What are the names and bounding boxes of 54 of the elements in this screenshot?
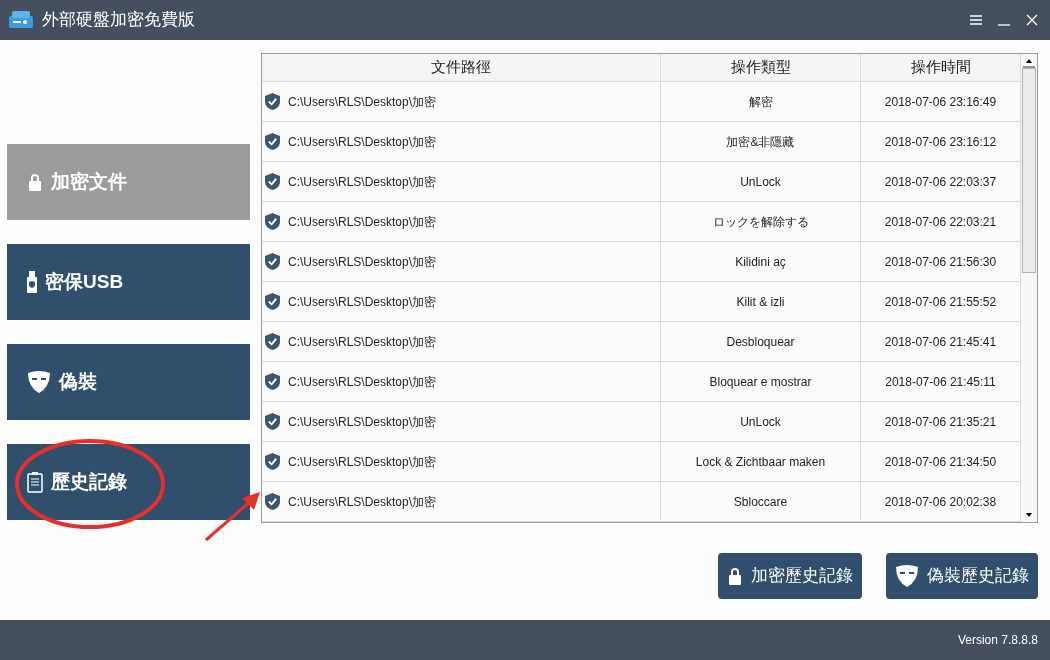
shield-icon <box>265 173 280 190</box>
file-path: C:\Users\RLS\Desktop\加密 <box>288 173 437 191</box>
file-path: C:\Users\RLS\Desktop\加密 <box>288 213 437 231</box>
table-cell: Kilidini aç <box>661 242 861 281</box>
mask-icon <box>895 565 919 587</box>
shield-icon <box>265 413 280 430</box>
shield-icon <box>265 493 280 510</box>
shield-icon <box>265 453 280 470</box>
scrollbar-thumb[interactable] <box>1022 68 1036 273</box>
sidebar-item[interactable]: 歷史記錄 <box>7 444 250 520</box>
lock-icon <box>27 173 43 191</box>
shield-icon <box>265 213 280 230</box>
usb-drive-icon <box>27 271 37 293</box>
table-cell: 加密&非隱藏 <box>661 122 861 161</box>
drive-icon <box>8 10 34 30</box>
table-cell: Bloquear e mostrar <box>661 362 861 401</box>
clipboard-icon <box>27 471 43 493</box>
shield-icon <box>265 133 280 150</box>
shield-icon <box>265 93 280 110</box>
file-path: C:\Users\RLS\Desktop\加密 <box>288 253 437 271</box>
table-cell: Kilit & izli <box>661 282 861 321</box>
mask-icon <box>27 371 51 393</box>
sidebar-item[interactable]: 密保USB <box>7 244 250 320</box>
file-path: C:\Users\RLS\Desktop\加密 <box>288 413 437 431</box>
scrollbar[interactable] <box>1021 54 1037 522</box>
table-cell: ロックを解除する <box>661 202 861 241</box>
table-cell: Lock & Zichtbaar maken <box>661 442 861 481</box>
close-icon[interactable] <box>1026 14 1038 26</box>
history-button[interactable]: 偽裝歷史記錄 <box>886 553 1038 599</box>
shield-icon <box>265 293 280 310</box>
column-header[interactable]: 操作類型 <box>661 54 861 81</box>
file-path: C:\Users\RLS\Desktop\加密 <box>288 493 437 511</box>
menu-icon[interactable] <box>970 14 982 26</box>
table-cell: 解密 <box>661 82 861 121</box>
file-path: C:\Users\RLS\Desktop\加密 <box>288 373 437 391</box>
table-cell: Desbloquear <box>661 322 861 361</box>
file-path: C:\Users\RLS\Desktop\加密 <box>288 293 437 311</box>
annotation-arrow <box>204 490 262 542</box>
history-button[interactable]: 加密歷史記錄 <box>718 553 862 599</box>
shield-icon <box>265 373 280 390</box>
file-path: C:\Users\RLS\Desktop\加密 <box>288 333 437 351</box>
table-cell: Sbloccare <box>661 482 861 521</box>
file-path: C:\Users\RLS\Desktop\加密 <box>288 93 437 111</box>
file-path: C:\Users\RLS\Desktop\加密 <box>288 133 437 151</box>
shield-icon <box>265 253 280 270</box>
file-path: C:\Users\RLS\Desktop\加密 <box>288 453 437 471</box>
shield-icon <box>265 333 280 350</box>
window-title: 外部硬盤加密免費版 <box>42 9 195 32</box>
lock-icon <box>727 567 743 585</box>
version-label: Version 7.8.8.8 <box>957 632 1038 649</box>
column-header[interactable]: 文件路徑 <box>262 54 661 81</box>
sidebar-item[interactable]: 偽裝 <box>7 344 250 420</box>
table-cell: UnLock <box>661 162 861 201</box>
table-cell: UnLock <box>661 402 861 441</box>
